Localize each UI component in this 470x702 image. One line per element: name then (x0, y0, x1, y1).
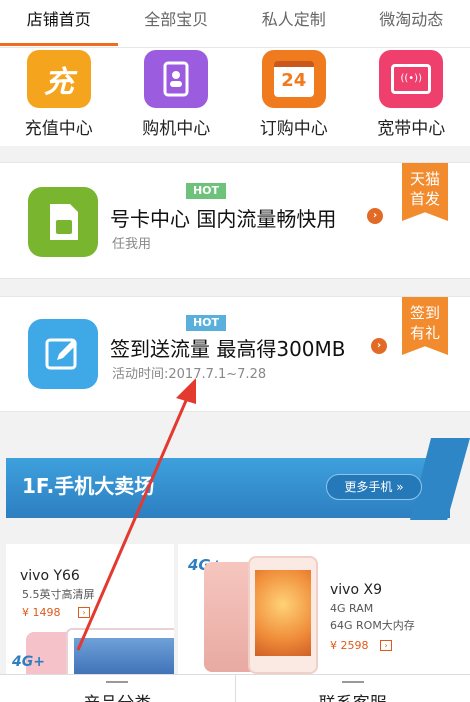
sim-card-icon (28, 187, 98, 257)
chevron-right-icon: › (380, 640, 392, 651)
phone-image (66, 628, 174, 674)
floor-banner: 1F.手机大卖场 更多手机 » (0, 430, 470, 540)
product-desc: 5.5英寸高清屏 (22, 588, 95, 601)
promo-title: 签到送流量 最高得300MB (110, 337, 346, 361)
quick-entry-row: 充 充值中心 购机中心 24 订购中心 ((•)) 宽带中心 (0, 48, 470, 146)
quick-item-orders[interactable]: 24 订购中心 (235, 48, 353, 146)
quick-item-label: 购机中心 (142, 119, 211, 139)
edit-icon (28, 319, 98, 389)
chevron-right-icon: › (367, 208, 383, 224)
promo-ribbon: 天猫 首发 (402, 163, 448, 221)
calendar-icon: 24 (261, 50, 326, 108)
floor-title: 1F.手机大卖场 (22, 474, 155, 498)
quick-item-label: 订购中心 (259, 119, 328, 139)
hot-badge: HOT (186, 183, 226, 199)
promo-subtitle: 任我用 (112, 237, 152, 252)
router-icon: ((•)) (379, 50, 444, 108)
ribbon-line: 首发 (409, 190, 440, 208)
tab-all-items[interactable]: 全部宝贝 (118, 0, 236, 47)
tab-weitao[interactable]: 微淘动态 (353, 0, 470, 47)
quick-item-label: 宽带中心 (377, 119, 446, 139)
calendar-icon-glyph: 24 (273, 61, 314, 97)
ribbon-line: 有礼 (409, 324, 440, 342)
product-price: ¥ 1498 (22, 606, 61, 619)
product-card-vivo-x9[interactable]: 4G+ vivo X9 4G RAM 64G ROM大内存 ¥ 2598 › (178, 544, 470, 674)
quick-item-phones[interactable]: 购机中心 (118, 48, 236, 146)
chevron-right-icon: › (78, 607, 90, 618)
product-desc: 64G ROM大内存 (330, 619, 415, 632)
promo-title: 号卡中心 国内流量畅快用 (110, 207, 337, 231)
4g-plus-badge: 4G+ (12, 654, 45, 670)
contact-service-button[interactable]: 联系客服 (236, 675, 470, 702)
product-name: vivo X9 (330, 582, 382, 598)
promo-card-checkin[interactable]: HOT 签到送流量 最高得300MB › 活动时间:2017.7.1~7.28 … (0, 296, 470, 412)
product-desc: 4G RAM (330, 602, 374, 615)
promo-card-sim[interactable]: HOT 号卡中心 国内流量畅快用 › 任我用 天猫 首发 (0, 162, 470, 279)
hot-badge: HOT (186, 315, 226, 331)
promo-subtitle: 活动时间:2017.7.1~7.28 (112, 367, 267, 382)
product-name: vivo Y66 (20, 568, 80, 584)
shop-tabs: 店铺首页 全部宝贝 私人定制 微淘动态 (0, 0, 470, 48)
quick-item-label: 充值中心 (24, 119, 93, 139)
tab-custom[interactable]: 私人定制 (235, 0, 353, 47)
quick-item-broadband[interactable]: ((•)) 宽带中心 (353, 48, 470, 146)
product-card-vivo-y66[interactable]: vivo Y66 5.5英寸高清屏 ¥ 1498 › 4G+ (6, 544, 174, 674)
bottom-bar: 产品分类 联系客服 (0, 674, 470, 702)
product-price: ¥ 2598 (330, 639, 369, 652)
phone-icon (144, 50, 209, 108)
phone-image (248, 556, 318, 674)
more-phones-button[interactable]: 更多手机 » (326, 474, 422, 500)
router-icon-glyph: ((•)) (391, 64, 432, 94)
ribbon-line: 签到 (409, 304, 440, 322)
ribbon-line: 天猫 (409, 170, 440, 188)
recharge-icon: 充 (26, 50, 91, 108)
promo-ribbon: 签到 有礼 (402, 297, 448, 355)
tab-shop-home[interactable]: 店铺首页 (0, 0, 118, 47)
phone-screen (74, 638, 174, 674)
phone-screen (255, 570, 311, 656)
recharge-icon-glyph: 充 (43, 65, 74, 100)
chevron-right-icon: › (371, 338, 387, 354)
product-category-button[interactable]: 产品分类 (0, 675, 235, 702)
quick-item-recharge[interactable]: 充 充值中心 (0, 48, 118, 146)
